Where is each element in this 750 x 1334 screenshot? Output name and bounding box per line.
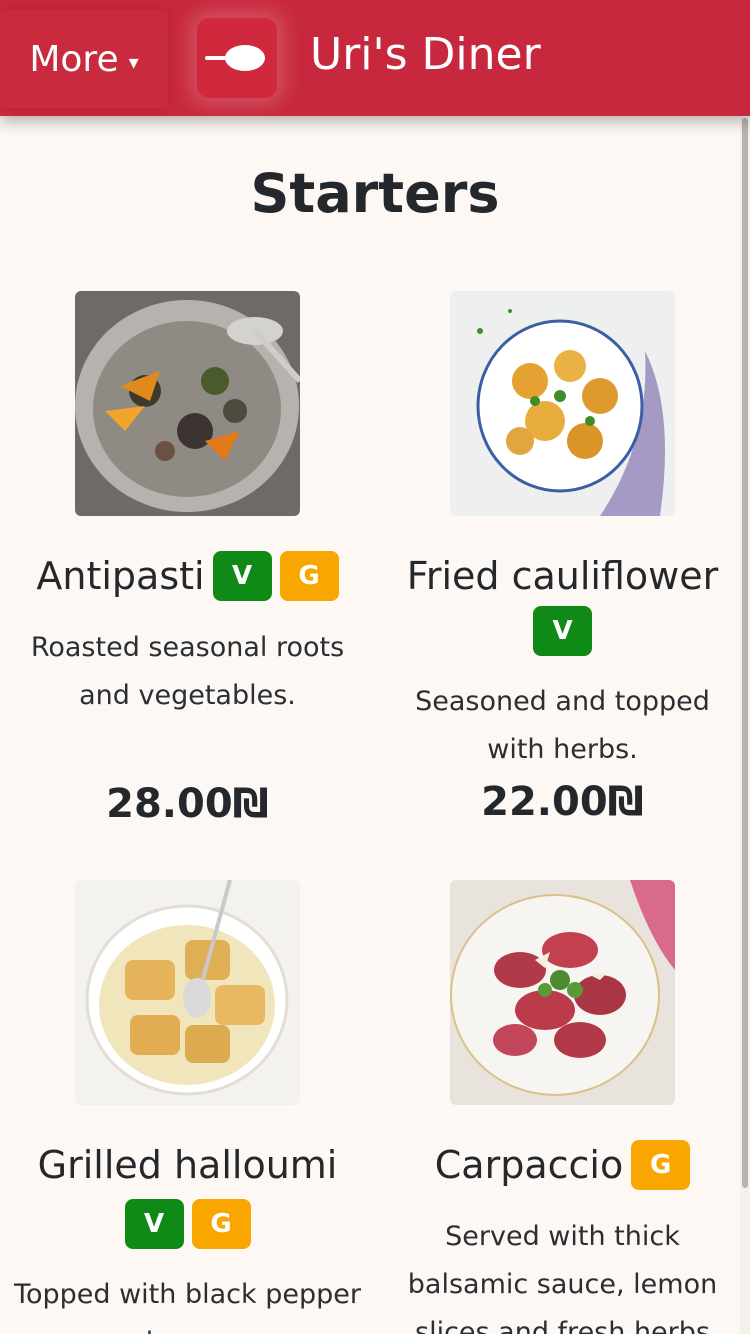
gluten-free-badge: G bbox=[631, 1140, 691, 1190]
dish-image-grilled-halloumi bbox=[75, 880, 300, 1105]
gluten-free-badge: G bbox=[191, 1199, 251, 1249]
vegan-badge: V bbox=[212, 551, 272, 601]
section-title: Starters bbox=[250, 162, 500, 225]
top-navbar: More ▾ Uri's Diner bbox=[0, 0, 750, 116]
badge-row: V G bbox=[124, 1199, 251, 1249]
dish-name: Grilled halloumi bbox=[37, 1143, 338, 1187]
vegan-badge: V bbox=[533, 606, 592, 656]
dish-description: Topped with black pepper and oregano bbox=[14, 1279, 361, 1334]
chevron-down-icon: ▾ bbox=[128, 50, 139, 74]
scrollbar-thumb[interactable] bbox=[742, 118, 748, 1188]
dish-image-fried-cauliflower bbox=[450, 291, 675, 516]
dish-price: 28.00₪ bbox=[106, 781, 269, 827]
dish-name-row: Grilled halloumi V G bbox=[37, 1139, 338, 1249]
menu-item-carpaccio[interactable]: Carpaccio G Served with thick balsamic s… bbox=[375, 879, 740, 1334]
gluten-free-badge: G bbox=[279, 551, 339, 601]
dish-name-row: Fried cauliflower V bbox=[406, 550, 719, 656]
menu-item-antipasti[interactable]: Antipasti V G Roasted seasonal roots and… bbox=[0, 290, 375, 827]
dish-description: Seasoned and topped with herbs. bbox=[415, 686, 710, 765]
dish-name: Antipasti bbox=[36, 554, 205, 598]
dish-name: Carpaccio bbox=[434, 1143, 624, 1187]
more-label: More bbox=[29, 38, 119, 80]
dish-name-row: Carpaccio G bbox=[434, 1139, 691, 1191]
dish-description: Served with thick balsamic sauce, lemon … bbox=[407, 1221, 718, 1334]
spoon-icon[interactable] bbox=[197, 18, 277, 98]
menu-grid: Antipasti V G Roasted seasonal roots and… bbox=[0, 290, 740, 1334]
brand-name[interactable]: Uri's Diner bbox=[310, 27, 541, 83]
dish-name-row: Antipasti V G bbox=[36, 550, 339, 602]
scrollbar[interactable] bbox=[740, 116, 750, 1334]
dish-name: Fried cauliflower bbox=[406, 554, 719, 598]
menu-item-fried-cauliflower[interactable]: Fried cauliflower V Seasoned and topped … bbox=[375, 290, 740, 827]
menu-content: Starters Antipasti V G Roasted seasonal … bbox=[0, 116, 740, 1334]
vegan-badge: V bbox=[124, 1199, 184, 1249]
more-menu-button[interactable]: More ▾ bbox=[0, 10, 168, 108]
dish-image-antipasti bbox=[75, 291, 300, 516]
menu-item-grilled-halloumi[interactable]: Grilled halloumi V G Topped with black p… bbox=[0, 879, 375, 1334]
dish-description: Roasted seasonal roots and vegetables. bbox=[30, 632, 345, 711]
dish-image-carpaccio bbox=[450, 880, 675, 1105]
dish-price: 22.00₪ bbox=[481, 779, 644, 825]
